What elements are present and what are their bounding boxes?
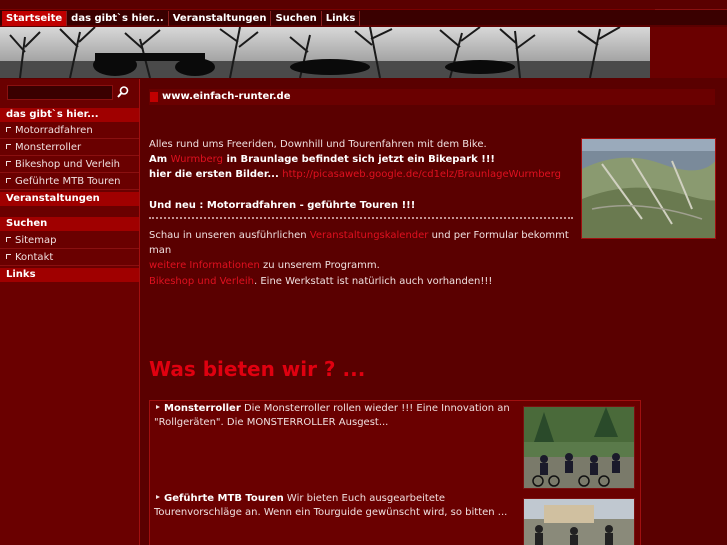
sidebar-item-bikeshop[interactable]: Bikeshop und Verleih — [0, 157, 139, 173]
page-title: www.einfach-runter.de — [149, 89, 715, 105]
dotted-divider — [149, 217, 573, 219]
bikeshop-link[interactable]: Bikeshop und Verleih — [149, 276, 254, 287]
intro-paragraph: Alles rund ums Freeriden, Downhill und T… — [149, 137, 579, 182]
sidebar: das gibt`s hier... Motorradfahren Monste… — [0, 79, 140, 545]
bikeshop-suffix: . Eine Werkstatt ist natürlich auch vorh… — [254, 276, 493, 287]
sidebar-section-suchen[interactable]: Suchen — [0, 217, 139, 231]
top-navigation: Startseite das gibt`s hier... Veranstalt… — [0, 9, 727, 26]
bullet-icon — [6, 254, 11, 259]
tour-photo[interactable] — [523, 498, 635, 545]
arrow-icon — [156, 495, 160, 499]
am-suffix: in Braunlage befindet sich jetzt ein Bik… — [222, 154, 495, 165]
title-square-icon — [150, 92, 158, 102]
monsterroller-photo[interactable] — [523, 406, 635, 489]
sidebar-item-label: Sitemap — [15, 235, 57, 246]
intro-text: Alles rund ums Freeriden, Downhill und T… — [149, 139, 487, 150]
bullet-icon — [6, 161, 11, 166]
offers-heading: Was bieten wir ? ... — [149, 357, 366, 381]
wurmberg-link[interactable]: Wurmberg — [171, 154, 223, 165]
sidebar-item-motorradfahren[interactable]: Motorradfahren — [0, 123, 139, 139]
search-icon[interactable] — [116, 85, 130, 99]
am-prefix: Am — [149, 154, 171, 165]
weitere-suffix: zu unserem Programm. — [259, 260, 380, 271]
sidebar-item-kontakt[interactable]: Kontakt — [0, 250, 139, 266]
sidebar-item-label: Motorradfahren — [15, 125, 93, 136]
header-banner-image — [0, 27, 650, 78]
sidebar-item-sitemap[interactable]: Sitemap — [0, 233, 139, 249]
picasa-link[interactable]: http://picasaweb.google.de/cd1elz/Braunl… — [282, 169, 561, 180]
weitere-info-link[interactable]: weitere Informationen — [149, 260, 260, 271]
banner-filler — [650, 27, 727, 78]
bikepark-map-image[interactable] — [581, 138, 716, 239]
nav-links[interactable]: Links — [322, 11, 361, 26]
nav-das-gibts-hier[interactable]: das gibt`s hier... — [67, 11, 169, 26]
sidebar-section-links[interactable]: Links — [0, 268, 139, 282]
offers-box: Monsterroller Die Monsterroller rollen w… — [149, 400, 641, 545]
top-divider — [655, 9, 727, 10]
page-title-text: www.einfach-runter.de — [162, 91, 291, 102]
sidebar-item-label: Kontakt — [15, 252, 54, 263]
sidebar-item-gefuehrte-touren[interactable]: Geführte MTB Touren — [0, 174, 139, 190]
bullet-icon — [6, 237, 11, 242]
sidebar-item-label: Monsterroller — [15, 142, 82, 153]
nav-veranstaltungen[interactable]: Veranstaltungen — [169, 11, 272, 26]
nav-startseite[interactable]: Startseite — [2, 11, 68, 26]
sidebar-item-label: Bikeshop und Verleih — [15, 159, 120, 170]
offer-gefuehrte-touren: Geführte MTB Touren Wir bieten Euch ausg… — [154, 492, 514, 520]
offer-title[interactable]: Geführte MTB Touren — [164, 493, 284, 504]
bullet-icon — [6, 144, 11, 149]
search-input[interactable] — [7, 85, 113, 100]
main-content: www.einfach-runter.de Alles rund ums Fre… — [141, 79, 727, 545]
sidebar-section-veranstaltungen[interactable]: Veranstaltungen — [0, 192, 139, 206]
neu-heading: Und neu : Motorradfahren - geführte Tour… — [149, 200, 416, 211]
bikeshop-paragraph: Bikeshop und Verleih. Eine Werkstatt ist… — [149, 274, 579, 289]
arrow-icon — [156, 405, 160, 409]
sidebar-item-label: Geführte MTB Touren — [15, 176, 121, 187]
kalender-link[interactable]: Veranstaltungskalender — [310, 230, 429, 241]
bilder-prefix: hier die ersten Bilder... — [149, 169, 283, 180]
bullet-icon — [6, 178, 11, 183]
sidebar-item-monsterroller[interactable]: Monsterroller — [0, 140, 139, 156]
schau-prefix: Schau in unseren ausführlichen — [149, 230, 310, 241]
offer-monsterroller: Monsterroller Die Monsterroller rollen w… — [154, 402, 514, 430]
sidebar-section-das-gibts-hier[interactable]: das gibt`s hier... — [0, 108, 139, 122]
schau-paragraph: Schau in unseren ausführlichen Veranstal… — [149, 228, 579, 273]
nav-suchen[interactable]: Suchen — [271, 11, 322, 26]
offer-title[interactable]: Monsterroller — [164, 403, 241, 414]
bullet-icon — [6, 127, 11, 132]
